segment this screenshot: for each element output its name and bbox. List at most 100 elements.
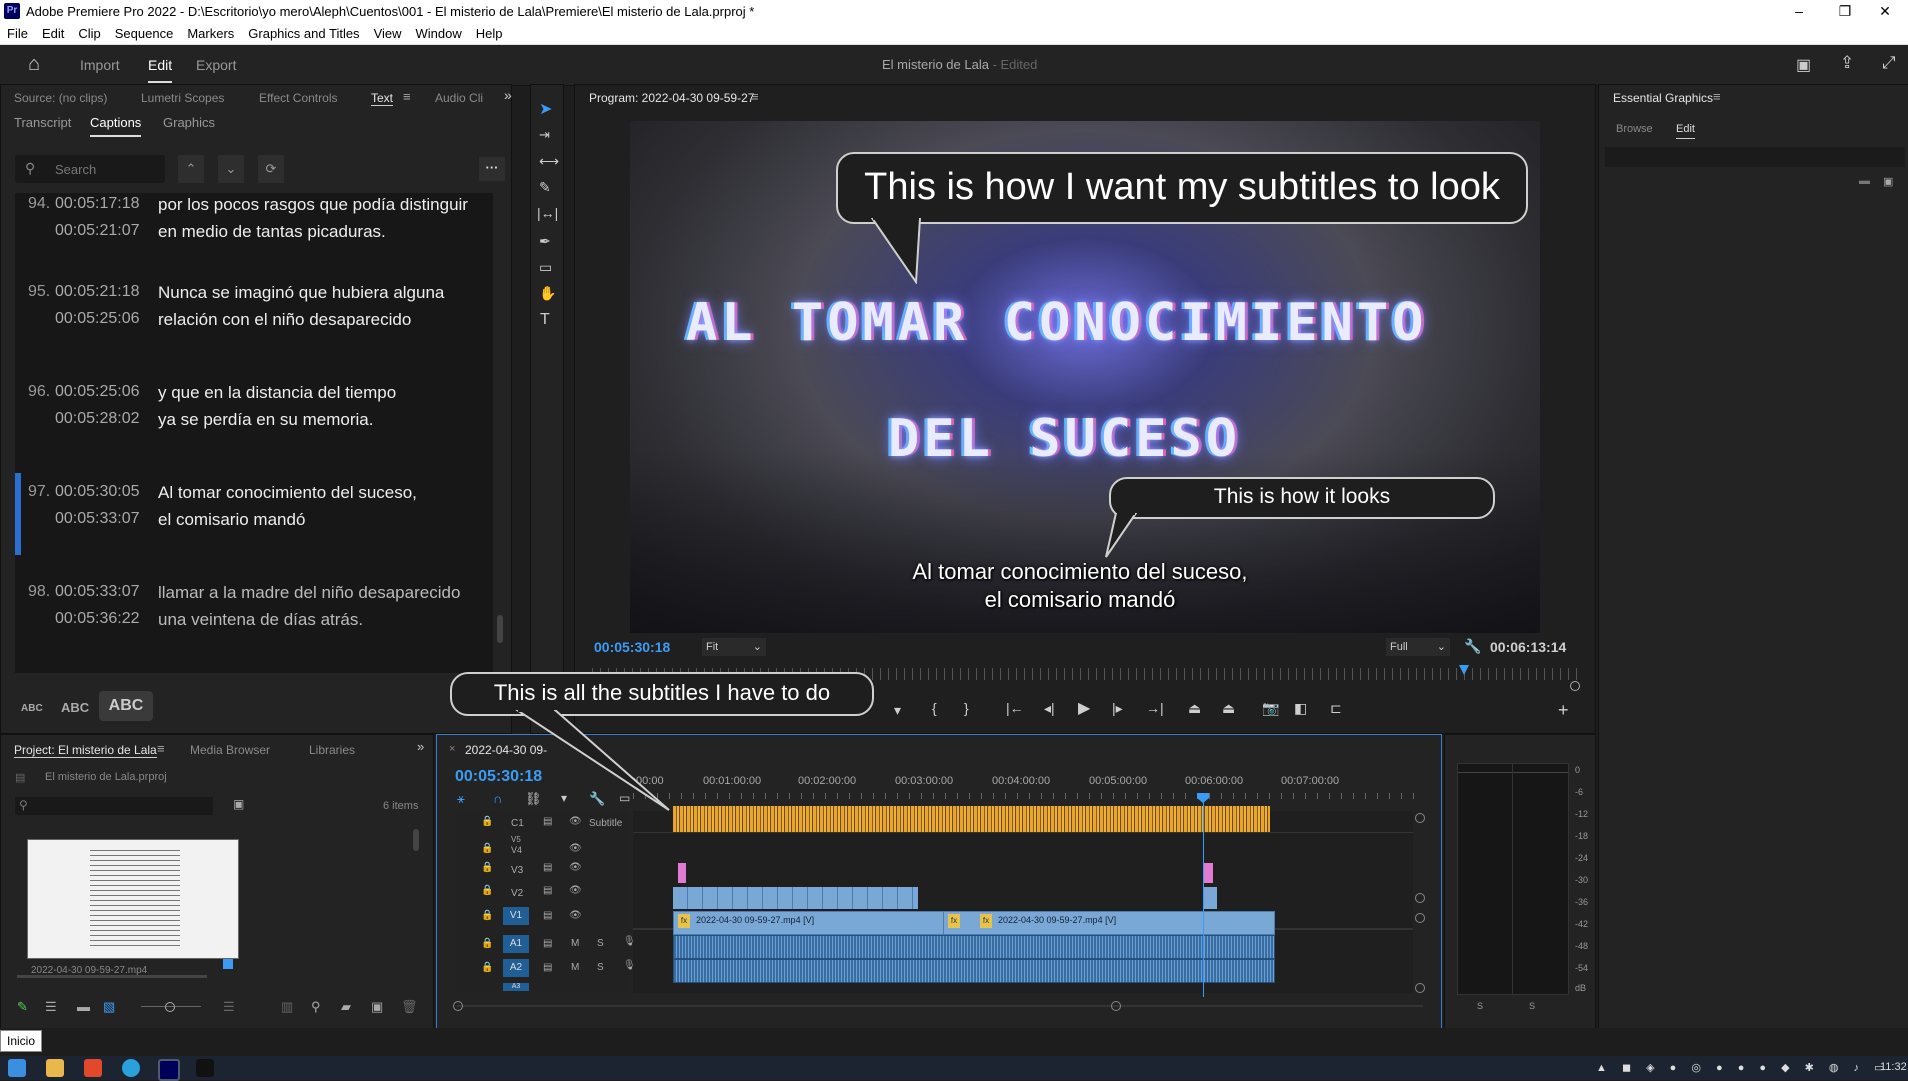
- eg-tab-edit[interactable]: Edit: [1676, 123, 1695, 139]
- new-layer-icon[interactable]: ▬: [1859, 175, 1870, 187]
- sync-lock-icon[interactable]: ▤: [543, 862, 552, 873]
- track-label-a3[interactable]: A3: [503, 983, 529, 991]
- workspaces-icon[interactable]: ▣: [1796, 55, 1811, 75]
- v3-clip[interactable]: [1203, 863, 1213, 883]
- tab-media-browser[interactable]: Media Browser: [190, 743, 270, 757]
- tab-export[interactable]: Export: [196, 57, 236, 73]
- v1-clip[interactable]: fx fx 2022-04-30 09-59-27.mp4 [V]: [943, 911, 1275, 935]
- new-bin-icon[interactable]: ▰: [341, 999, 351, 1015]
- zoom-select[interactable]: Fit ⌄: [702, 638, 766, 656]
- clear-icon[interactable]: 🗑: [401, 999, 418, 1015]
- replace-button[interactable]: ⟳: [258, 155, 284, 183]
- caption-line[interactable]: Al tomar conocimiento del suceso,: [158, 483, 417, 503]
- clip-thumbnail[interactable]: [27, 839, 239, 959]
- v2-clips[interactable]: [673, 887, 918, 909]
- sync-lock-icon[interactable]: ▤: [543, 962, 552, 973]
- lock-icon[interactable]: 🔒: [481, 910, 493, 921]
- lock-icon[interactable]: 🔒: [481, 843, 493, 854]
- tab-effect-controls[interactable]: Effect Controls: [259, 91, 337, 105]
- tab-import[interactable]: Import: [80, 57, 120, 73]
- caption-line[interactable]: ya se perdía en su memoria.: [158, 410, 373, 430]
- caption-line[interactable]: y que en la distancia del tiempo: [158, 383, 396, 403]
- track-select-tool-icon[interactable]: ⇥: [539, 127, 550, 143]
- sync-lock-icon[interactable]: ▤: [543, 816, 552, 827]
- button-editor-icon[interactable]: +: [1558, 700, 1569, 721]
- selection-tool-icon[interactable]: ➤: [539, 99, 552, 119]
- solo-button[interactable]: S: [597, 938, 604, 949]
- case-small-button[interactable]: ABC: [21, 703, 43, 714]
- vscroll-handle[interactable]: [1415, 983, 1425, 993]
- a2-clip[interactable]: [673, 959, 1275, 983]
- start-windows-icon[interactable]: [8, 1059, 26, 1077]
- nest-toggle-icon[interactable]: ⚹: [457, 791, 465, 807]
- new-search-bin-icon[interactable]: ▣: [233, 797, 244, 811]
- timeline-playhead[interactable]: [1203, 797, 1204, 997]
- brave-browser-icon[interactable]: [84, 1059, 102, 1077]
- pen-tool-icon[interactable]: ✒: [539, 233, 551, 250]
- tab-text[interactable]: Text: [371, 91, 394, 106]
- tab-edit[interactable]: Edit: [148, 57, 173, 83]
- add-marker-icon[interactable]: ▾: [894, 702, 901, 719]
- lock-icon[interactable]: 🔒: [481, 885, 493, 896]
- premiere-taskbar-icon[interactable]: [158, 1059, 180, 1081]
- essential-graphics-title[interactable]: Essential Graphics: [1613, 91, 1713, 105]
- search-input[interactable]: ⚲ Search: [15, 155, 165, 183]
- mark-in-icon[interactable]: {: [932, 700, 937, 716]
- zoom-slider-handle[interactable]: [165, 1002, 175, 1012]
- lift-icon[interactable]: ⏏: [1188, 700, 1201, 717]
- caption-clips[interactable]: [673, 806, 1270, 832]
- mute-button[interactable]: M: [571, 962, 579, 973]
- case-large-button[interactable]: ABC: [99, 691, 153, 721]
- track-label-v1[interactable]: V1: [503, 907, 529, 925]
- comparison-view-icon[interactable]: ◧: [1294, 700, 1307, 717]
- write-lock-icon[interactable]: ✎: [17, 999, 28, 1015]
- mute-button[interactable]: M: [571, 938, 579, 949]
- thumbnail-scrubber[interactable]: [17, 975, 207, 978]
- telegram-icon[interactable]: [122, 1059, 140, 1077]
- v1-clip[interactable]: fx 2022-04-30 09-59-27.mp4 [V]: [673, 911, 945, 935]
- caption-line[interactable]: Nunca se imaginó que hubiera alguna: [158, 283, 444, 303]
- rectangle-tool-icon[interactable]: ▭: [539, 259, 552, 276]
- previous-result-button[interactable]: ⌃: [178, 155, 204, 183]
- menu-window[interactable]: Window: [409, 24, 469, 41]
- program-label[interactable]: Program: 2022-04-30 09-59-27: [589, 91, 754, 105]
- snap-icon[interactable]: ∩: [493, 791, 502, 806]
- playback-resolution-select[interactable]: Full ⌄: [1386, 638, 1450, 656]
- hand-tool-icon[interactable]: ✋: [539, 285, 556, 302]
- caption-line[interactable]: el comisario mandó: [158, 510, 305, 530]
- icon-view-icon[interactable]: ▬: [77, 999, 90, 1014]
- lock-icon[interactable]: 🔒: [481, 962, 493, 973]
- timeline-vscroll[interactable]: [1415, 813, 1425, 993]
- more-options-button[interactable]: ···: [479, 157, 505, 181]
- project-search-input[interactable]: ⚲: [15, 797, 213, 815]
- eye-icon[interactable]: 👁: [569, 843, 582, 854]
- go-to-in-icon[interactable]: |←: [1006, 700, 1024, 716]
- caption-line[interactable]: una veintena de días atrás.: [158, 610, 363, 630]
- sort-icon[interactable]: ☰: [223, 999, 235, 1015]
- tab-project[interactable]: Project: El misterio de Lala: [14, 743, 157, 758]
- menu-file[interactable]: File: [0, 24, 35, 41]
- sync-lock-icon[interactable]: ▤: [543, 938, 552, 949]
- track-label-a1[interactable]: A1: [503, 935, 529, 953]
- vscroll-handle[interactable]: [1415, 913, 1425, 923]
- menu-graphics-titles[interactable]: Graphics and Titles: [241, 24, 366, 41]
- next-result-button[interactable]: ⌄: [218, 155, 244, 183]
- tiktok-icon[interactable]: [196, 1059, 214, 1077]
- caption-line[interactable]: por los pocos rasgos que podía distingui…: [158, 195, 468, 215]
- captions-scroll-thumb[interactable]: [497, 615, 503, 643]
- subtab-transcript[interactable]: Transcript: [14, 115, 71, 130]
- list-view-icon[interactable]: ☰: [45, 999, 57, 1015]
- system-tray-icons[interactable]: ▲ ◼ ◈ ● ◎ ● ● ● ◆ ✱ ◍ ♪ ▭: [1596, 1061, 1891, 1074]
- hscroll-handle-left[interactable]: [453, 1001, 463, 1011]
- razor-tool-icon[interactable]: ✎: [539, 179, 551, 196]
- project-menu-icon[interactable]: ≡: [157, 741, 165, 756]
- subtab-captions[interactable]: Captions: [90, 115, 142, 137]
- menu-sequence[interactable]: Sequence: [108, 24, 181, 41]
- eye-icon[interactable]: 👁: [569, 885, 582, 896]
- hscroll-handle-right[interactable]: [1111, 1001, 1121, 1011]
- subtab-graphics[interactable]: Graphics: [163, 115, 215, 130]
- eye-icon[interactable]: 👁: [569, 816, 582, 827]
- project-scrollbar[interactable]: [413, 829, 419, 851]
- panel-menu-icon[interactable]: ≡: [403, 89, 411, 104]
- close-sequence-icon[interactable]: ×: [449, 743, 455, 755]
